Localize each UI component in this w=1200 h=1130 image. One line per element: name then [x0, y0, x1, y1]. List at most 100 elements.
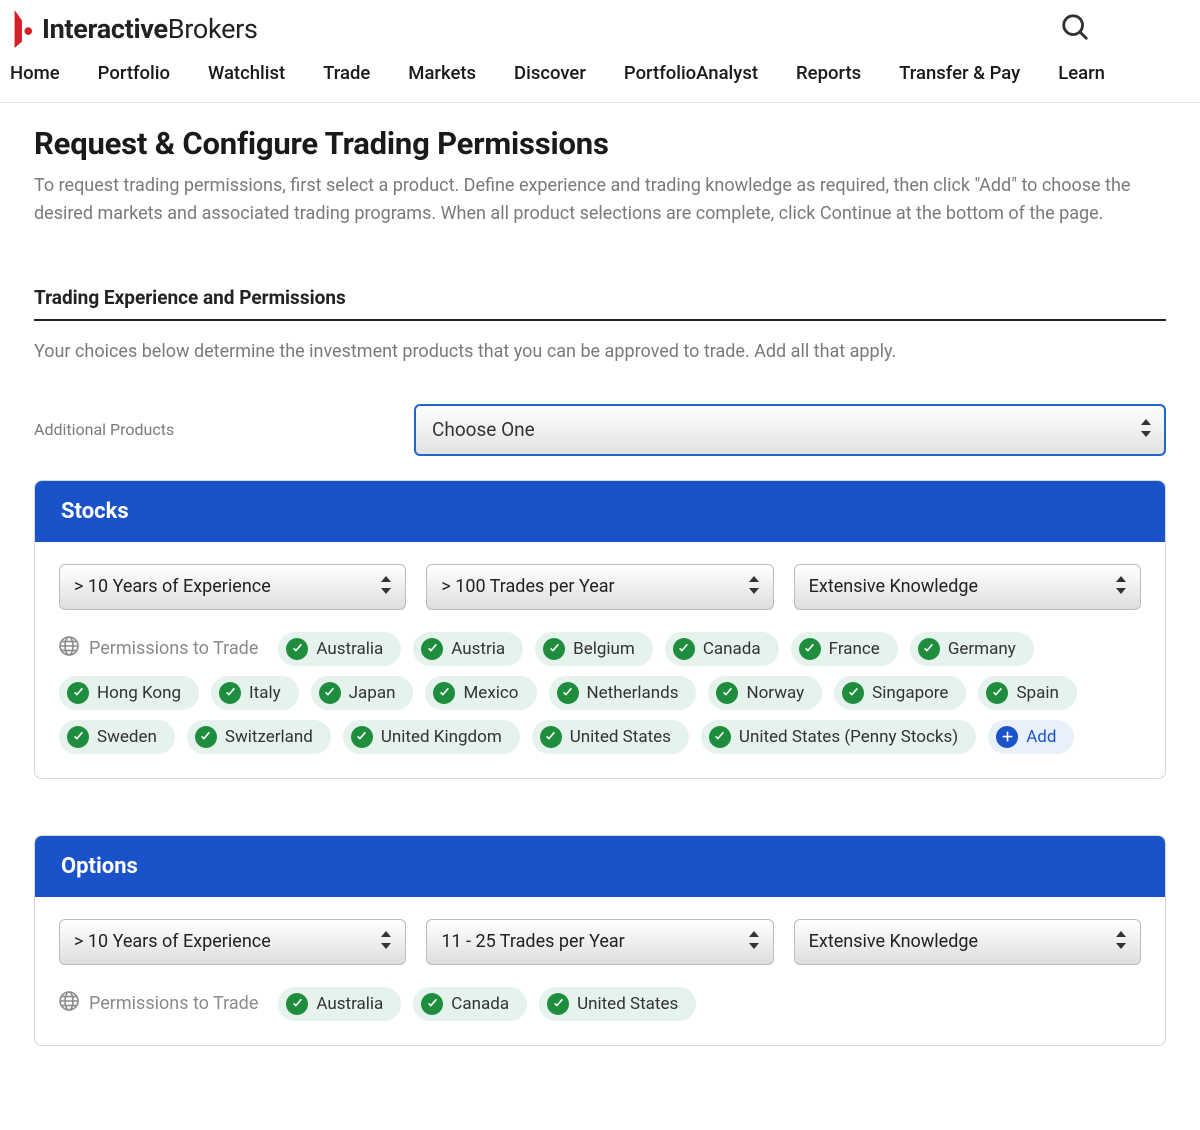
check-icon [351, 726, 373, 748]
country-chip[interactable]: Japan [311, 676, 414, 710]
globe-icon [59, 991, 79, 1016]
country-chip-label: Hong Kong [97, 683, 181, 703]
country-chip-label: Norway [746, 683, 804, 703]
permissions-label: Permissions to Trade [59, 636, 258, 661]
country-chip[interactable]: United States (Penny Stocks) [701, 720, 976, 754]
nav-portfolio[interactable]: Portfolio [98, 62, 170, 84]
country-chip[interactable]: France [791, 632, 898, 666]
country-chip[interactable]: Italy [211, 676, 299, 710]
check-icon [716, 682, 738, 704]
panel-header: Options [35, 836, 1165, 897]
section-title: Trading Experience and Permissions [34, 286, 1166, 321]
section-description: Your choices below determine the investm… [34, 341, 1166, 362]
experience-select[interactable]: > 10 Years of Experience [59, 564, 406, 610]
experience-select[interactable]: > 10 Years of Experience [59, 919, 406, 965]
country-chip-label: Canada [451, 994, 509, 1014]
nav-markets[interactable]: Markets [408, 62, 476, 84]
country-chip-label: Belgium [573, 639, 635, 659]
nav-discover[interactable]: Discover [514, 62, 586, 84]
country-chip[interactable]: Mexico [425, 676, 536, 710]
country-chip[interactable]: Netherlands [549, 676, 697, 710]
country-chip[interactable]: Canada [665, 632, 779, 666]
check-icon [673, 638, 695, 660]
check-icon [799, 638, 821, 660]
country-chip[interactable]: Singapore [834, 676, 966, 710]
country-chip[interactable]: United States [539, 987, 696, 1021]
trades-select[interactable]: > 100 Trades per Year [426, 564, 773, 610]
knowledge-select[interactable]: Extensive Knowledge [794, 564, 1141, 610]
country-chip-label: United States (Penny Stocks) [739, 727, 958, 747]
country-chip[interactable]: United Kingdom [343, 720, 520, 754]
knowledge-select[interactable]: Extensive Knowledge [794, 919, 1141, 965]
country-chip[interactable]: Switzerland [187, 720, 331, 754]
country-chip-label: Germany [948, 639, 1016, 659]
add-label: Add [1026, 727, 1056, 747]
check-icon [540, 726, 562, 748]
check-icon [421, 993, 443, 1015]
permissions-row: Permissions to Trade Australia Canada Unite… [59, 987, 1141, 1021]
country-chip[interactable]: Canada [413, 987, 527, 1021]
country-chip-label: Australia [316, 639, 383, 659]
permissions-label: Permissions to Trade [59, 991, 258, 1016]
main-nav: Home Portfolio Watchlist Trade Markets D… [0, 50, 1200, 103]
content: Request & Configure Trading Permissions … [0, 103, 1200, 1086]
nav-portfolioanalyst[interactable]: PortfolioAnalyst [624, 62, 758, 84]
country-chip-label: Italy [249, 683, 281, 703]
country-chip-label: United States [570, 727, 671, 747]
additional-products-label: Additional Products [34, 420, 394, 439]
country-chip[interactable]: Hong Kong [59, 676, 199, 710]
check-icon [433, 682, 455, 704]
nav-reports[interactable]: Reports [796, 62, 861, 84]
check-icon [547, 993, 569, 1015]
trades-select[interactable]: 11 - 25 Trades per Year [426, 919, 773, 965]
country-chip-label: Mexico [463, 683, 518, 703]
country-chip-label: Switzerland [225, 727, 313, 747]
nav-trade[interactable]: Trade [323, 62, 370, 84]
country-chip-label: Canada [703, 639, 761, 659]
nav-transfer-pay[interactable]: Transfer & Pay [899, 62, 1020, 84]
brand-logo[interactable]: InteractiveBrokers [10, 10, 258, 48]
check-icon [421, 638, 443, 660]
country-chip-label: Australia [316, 994, 383, 1014]
nav-home[interactable]: Home [10, 62, 60, 84]
country-chip[interactable]: Sweden [59, 720, 175, 754]
country-chip[interactable]: Spain [978, 676, 1076, 710]
country-chip-label: United Kingdom [381, 727, 502, 747]
country-chip[interactable]: Norway [708, 676, 822, 710]
check-icon [219, 682, 241, 704]
brand-glyph-icon [10, 10, 36, 48]
country-chip[interactable]: Australia [278, 632, 401, 666]
permissions-row: Permissions to Trade Australia Austria Belg… [59, 632, 1141, 754]
panel-header: Stocks [35, 481, 1165, 542]
country-chip-label: Netherlands [587, 683, 679, 703]
panel-body: > 10 Years of Experience 11 - 25 Trades p… [35, 897, 1165, 1045]
brand-name: InteractiveBrokers [42, 13, 258, 45]
country-chip[interactable]: United States [532, 720, 689, 754]
country-chip-label: France [829, 639, 880, 659]
country-chip-label: Spain [1016, 683, 1058, 703]
country-chip-label: Austria [451, 639, 505, 659]
country-chip[interactable]: Belgium [535, 632, 653, 666]
nav-watchlist[interactable]: Watchlist [208, 62, 285, 84]
search-icon[interactable] [1060, 12, 1190, 46]
country-chip-label: Japan [349, 683, 396, 703]
nav-learn[interactable]: Learn [1058, 62, 1105, 84]
country-chip[interactable]: Australia [278, 987, 401, 1021]
check-icon [557, 682, 579, 704]
check-icon [709, 726, 731, 748]
plus-icon [996, 726, 1018, 748]
product-panel: Stocks > 10 Years of Experience > 100 Trad… [34, 480, 1166, 779]
country-chip[interactable]: Germany [910, 632, 1034, 666]
check-icon [67, 682, 89, 704]
check-icon [918, 638, 940, 660]
country-chip-label: Singapore [872, 683, 948, 703]
country-chip[interactable]: Austria [413, 632, 523, 666]
check-icon [67, 726, 89, 748]
globe-icon [59, 636, 79, 661]
check-icon [195, 726, 217, 748]
additional-products-select[interactable]: Choose One [414, 404, 1166, 456]
page-description: To request trading permissions, first se… [34, 172, 1166, 228]
add-country-button[interactable]: Add [988, 720, 1074, 754]
check-icon [286, 993, 308, 1015]
page-title: Request & Configure Trading Permissions [34, 125, 1166, 162]
